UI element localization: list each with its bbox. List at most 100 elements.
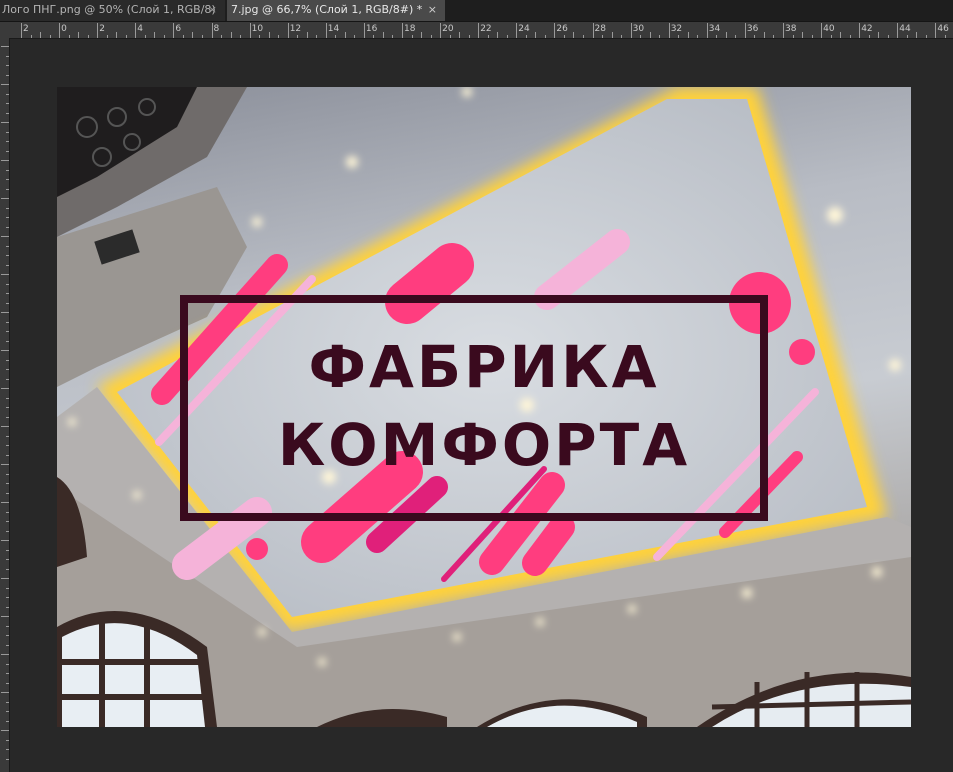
ruler-tick — [6, 407, 9, 408]
ruler-tick — [592, 23, 594, 38]
ruler-tick-label: 42 — [861, 24, 873, 34]
ruler-tick — [1, 84, 9, 85]
ruler-tick — [221, 35, 223, 38]
ruler-tick — [6, 701, 9, 703]
ruler-tick — [6, 739, 9, 741]
ruler-tick — [163, 35, 165, 38]
ruler-tick — [1, 502, 9, 503]
ruler-tick — [6, 141, 9, 142]
ruler-tick — [849, 35, 851, 38]
ruler-tick — [6, 340, 9, 342]
ruler-tick — [6, 758, 9, 760]
ruler-tick-label: 40 — [823, 24, 835, 34]
ruler-tick-label: 36 — [746, 24, 759, 34]
ruler-tick — [78, 32, 80, 38]
tab-logo-png[interactable]: Лого ПНГ.png @ 50% (Слой 1, RGB/8) × — [0, 0, 225, 21]
ruler-tick — [6, 597, 9, 598]
ruler-tick — [516, 23, 518, 38]
ruler-tick — [287, 23, 289, 38]
ruler-tick — [421, 32, 423, 38]
ruler-tick — [630, 23, 632, 38]
ruler-tick-label: 14 — [327, 24, 340, 34]
ruler-tick — [6, 635, 9, 636]
ruler-tick — [430, 35, 432, 38]
ruler-tick — [6, 321, 9, 323]
ruler-tick — [125, 35, 127, 38]
ruler-tick — [40, 32, 42, 38]
ruler-tick — [935, 23, 937, 38]
ruler-tick — [402, 23, 403, 38]
ruler-tick — [382, 32, 384, 38]
vertical-ruler[interactable] — [0, 38, 10, 772]
ruler-tick-label: 20 — [442, 24, 454, 34]
ruler-tick — [525, 35, 527, 38]
ruler-tick — [135, 23, 137, 38]
ruler-tick — [1, 236, 9, 237]
document-canvas[interactable]: ФАБРИКА КОМФОРТА — [57, 87, 911, 727]
close-icon[interactable]: × — [208, 0, 217, 20]
ruler-tick — [1, 46, 9, 47]
ruler-tick — [154, 32, 156, 38]
ruler-tick — [678, 35, 680, 38]
ruler-tick — [716, 35, 718, 38]
ruler-tick-label: 8 — [213, 24, 220, 34]
ruler-tick — [6, 150, 9, 152]
ruler-tick — [6, 445, 9, 446]
ruler-tick — [6, 188, 9, 190]
ruler-tick — [1, 654, 9, 655]
ruler-tick — [1, 730, 9, 731]
ruler-tick — [859, 23, 861, 38]
ruler-tick — [6, 359, 9, 361]
ruler-tick-label: 44 — [899, 24, 911, 34]
ruler-tick — [6, 492, 9, 494]
ruler-tick — [1, 122, 9, 123]
logo-dot-bottom — [246, 538, 268, 560]
ruler-tick — [773, 35, 775, 38]
ruler-tick — [1, 388, 9, 389]
tab-7-jpg[interactable]: 7.jpg @ 66,7% (Слой 1, RGB/8#) * × — [227, 0, 445, 21]
ruler-tick — [173, 23, 175, 38]
ruler-tick — [6, 65, 9, 66]
ruler-tick-label: 10 — [251, 24, 264, 34]
ruler-tick — [925, 35, 927, 38]
ruler-tick — [459, 32, 461, 38]
ruler-tick-label: 28 — [594, 24, 606, 34]
ruler-tick — [6, 93, 9, 95]
ruler-tick — [6, 435, 9, 437]
ruler-tick — [1, 578, 9, 579]
ruler-tick — [6, 103, 9, 104]
ruler-tick-label: 46 — [937, 24, 949, 34]
ruler-tick — [830, 35, 832, 38]
ruler-tick — [297, 35, 299, 38]
ruler-tick — [744, 23, 746, 38]
ruler-tick-label: 30 — [632, 24, 645, 34]
ruler-tick — [316, 35, 318, 38]
ruler-tick — [897, 23, 899, 38]
ruler-tick — [821, 23, 823, 38]
close-icon[interactable]: × — [428, 0, 437, 20]
ruler-tick — [106, 35, 108, 38]
tab-label: 7.jpg @ 66,7% (Слой 1, RGB/8#) * — [231, 3, 423, 16]
ruler-tick — [21, 23, 22, 38]
ruler-tick — [6, 169, 9, 171]
ruler-tick — [868, 35, 870, 38]
ruler-tick — [201, 35, 203, 38]
ruler-tick-label: 4 — [137, 24, 144, 34]
ruler-tick — [6, 473, 9, 475]
logo-title-line-2: КОМФОРТА — [277, 411, 691, 479]
ruler-tick-label: 24 — [518, 24, 530, 34]
ruler-tick — [116, 32, 118, 38]
ruler-tick — [497, 32, 499, 38]
ruler-tick — [1, 464, 9, 465]
ruler-tick — [6, 264, 9, 266]
ruler-tick — [1, 616, 9, 617]
ruler-tick — [1, 312, 9, 313]
ruler-tick — [449, 35, 451, 38]
ruler-tick — [6, 179, 9, 180]
horizontal-ruler[interactable]: 2 0 2 4 6 8 10 12 14 16 18 20 22 24 26 28 30 32 34 36 38 40 42… — [9, 22, 953, 39]
ruler-tick — [259, 35, 261, 38]
ruler-corner[interactable] — [0, 22, 9, 38]
tab-label: Лого ПНГ.png @ 50% (Слой 1, RGB/8) — [2, 3, 216, 16]
ruler-tick — [1, 350, 9, 351]
ruler-tick — [6, 673, 9, 674]
